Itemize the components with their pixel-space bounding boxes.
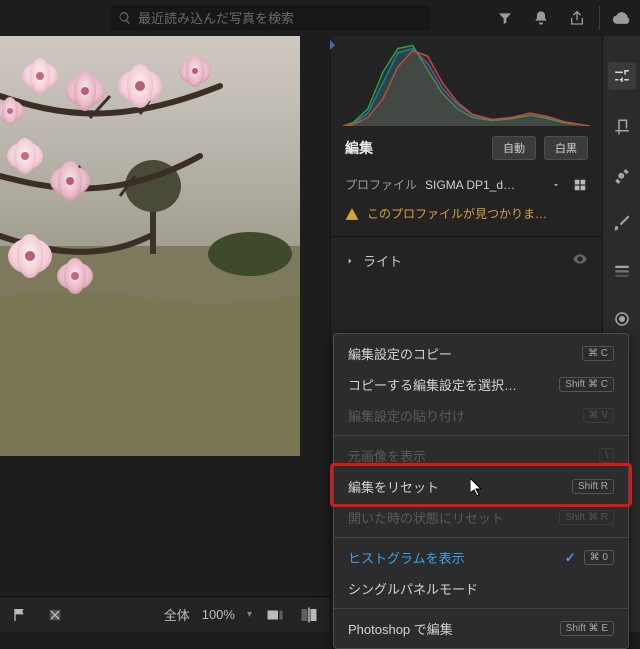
chevron-down-icon[interactable]: ▾ <box>247 609 252 620</box>
menu-copy-settings[interactable]: 編集設定のコピー ⌘ C <box>334 338 628 369</box>
divider <box>334 435 628 436</box>
filter-icon[interactable] <box>487 0 523 36</box>
grid-icon[interactable] <box>572 177 588 193</box>
image-canvas[interactable] <box>0 36 300 456</box>
kbd: Shift ⌘ C <box>559 377 614 392</box>
light-label: ライト <box>363 251 402 270</box>
bell-icon[interactable] <box>523 0 559 36</box>
profile-value: SIGMA DP1_d… <box>425 178 540 192</box>
compare-icon[interactable] <box>298 604 320 626</box>
menu-label: シングルパネルモード <box>348 579 478 598</box>
top-icons <box>487 0 640 36</box>
menu-photoshop-edit[interactable]: Photoshop で編集 Shift ⌘ E <box>334 613 628 644</box>
check-icon: ✓ <box>565 550 576 566</box>
heal-icon[interactable] <box>611 164 633 186</box>
warning-icon <box>345 207 359 221</box>
menu-paste: 編集設定の貼り付け ⌘ V <box>334 400 628 431</box>
kbd: ⌘ 0 <box>584 550 614 565</box>
histogram <box>331 36 602 126</box>
view-mode-icon[interactable] <box>264 604 286 626</box>
gradient-icon[interactable] <box>611 260 633 282</box>
kbd: \ <box>599 448 614 463</box>
separator <box>599 6 600 30</box>
zoom-value[interactable]: 100% <box>202 607 235 622</box>
menu-reset-to-open: 開いた時の状態にリセット Shift ⌘ R <box>334 502 628 533</box>
menu-label: Photoshop で編集 <box>348 619 453 638</box>
kbd: Shift R <box>572 479 614 494</box>
kbd: Shift ⌘ E <box>560 621 614 636</box>
search-input[interactable] <box>138 11 422 26</box>
auto-button[interactable]: 自動 <box>492 136 536 160</box>
crop-icon[interactable] <box>611 116 633 138</box>
reject-icon[interactable] <box>44 604 66 626</box>
brush-icon[interactable] <box>611 212 633 234</box>
menu-label: 開いた時の状態にリセット <box>348 508 504 527</box>
search-icon <box>118 11 132 25</box>
chevron-right-icon <box>345 256 355 266</box>
chevron-down-icon[interactable] <box>548 177 564 193</box>
menu-label: 元画像を表示 <box>348 446 426 465</box>
search-field[interactable] <box>110 5 430 31</box>
sliders-icon[interactable] <box>608 62 636 90</box>
profile-label: プロファイル <box>345 176 417 193</box>
light-section[interactable]: ライト <box>331 236 602 284</box>
menu-label: 編集設定のコピー <box>348 344 452 363</box>
eye-icon[interactable] <box>572 251 588 270</box>
warning-text: このプロファイルが見つかりま… <box>367 205 547 222</box>
kbd: ⌘ V <box>583 408 614 423</box>
profile-row[interactable]: プロファイル SIGMA DP1_d… <box>331 170 602 199</box>
zoom-scope[interactable]: 全体 <box>164 605 190 624</box>
menu-reset-edits[interactable]: 編集をリセット Shift R <box>334 471 628 502</box>
menu-label: 編集設定の貼り付け <box>348 406 465 425</box>
bottom-bar: 全体 100% ▾ <box>0 596 330 632</box>
bw-button[interactable]: 白黒 <box>544 136 588 160</box>
divider <box>334 537 628 538</box>
menu-show-histogram[interactable]: ヒストグラムを表示 ✓ ⌘ 0 <box>334 542 628 573</box>
edit-header: 編集 自動 白黒 <box>331 126 602 170</box>
kbd: Shift ⌘ R <box>559 510 614 525</box>
kbd: ⌘ C <box>582 346 614 361</box>
menu-label: ヒストグラムを表示 <box>348 548 465 567</box>
menu-single-panel[interactable]: シングルパネルモード <box>334 573 628 604</box>
top-bar <box>0 0 640 36</box>
menu-copy-select[interactable]: コピーする編集設定を選択… Shift ⌘ C <box>334 369 628 400</box>
context-menu: 編集設定のコピー ⌘ C コピーする編集設定を選択… Shift ⌘ C 編集設… <box>333 333 629 649</box>
menu-show-original: 元画像を表示 \ <box>334 440 628 471</box>
edit-title: 編集 <box>345 138 484 158</box>
share-icon[interactable] <box>559 0 595 36</box>
menu-label: 編集をリセット <box>348 477 439 496</box>
divider <box>334 608 628 609</box>
profile-warning: このプロファイルが見つかりま… <box>331 199 602 236</box>
cloud-icon[interactable] <box>604 0 640 36</box>
radial-icon[interactable] <box>611 308 633 330</box>
menu-label: コピーする編集設定を選択… <box>348 375 517 394</box>
flag-icon[interactable] <box>10 604 32 626</box>
